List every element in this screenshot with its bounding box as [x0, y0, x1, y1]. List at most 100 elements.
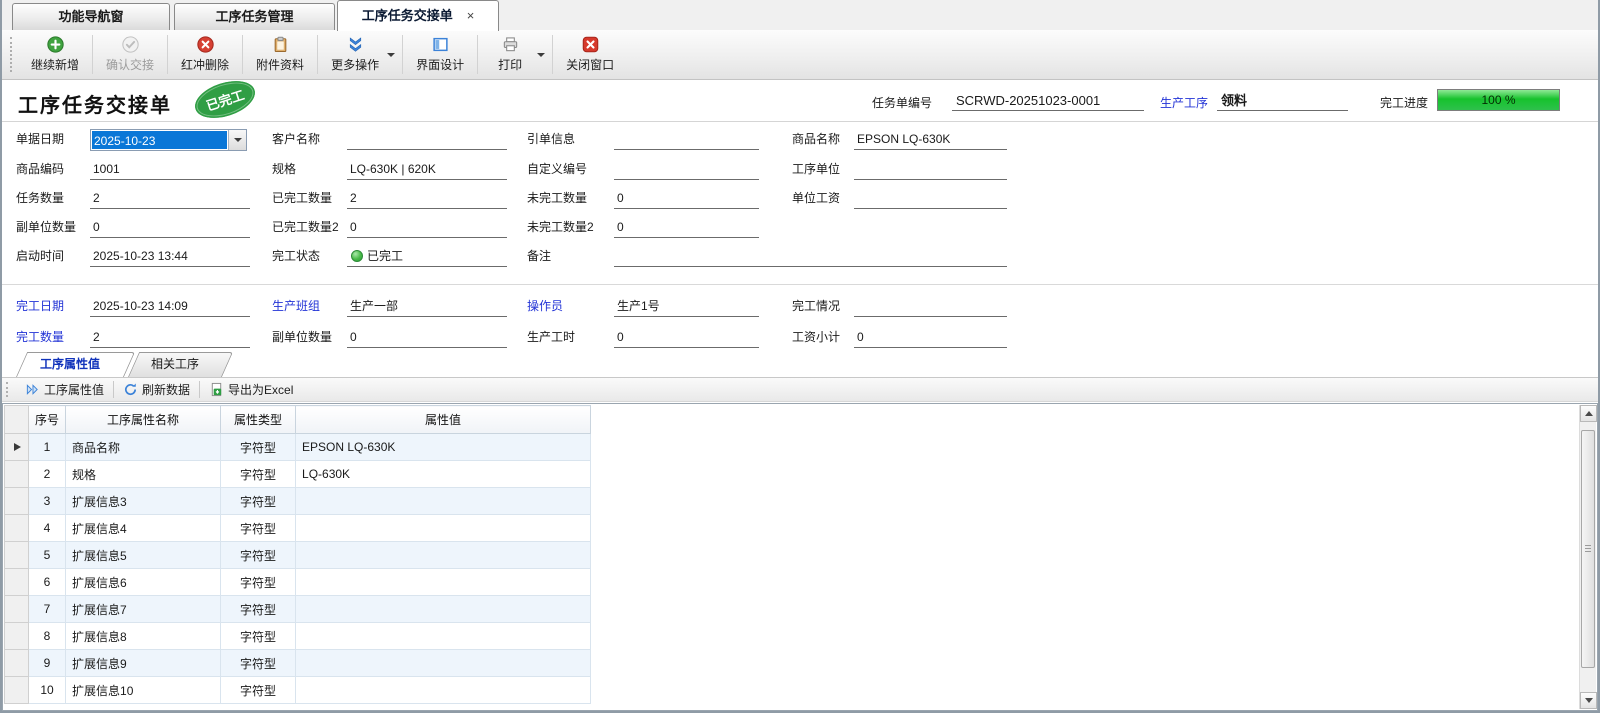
sub-unit-qty2-field[interactable]: 0	[347, 327, 507, 348]
prod-hours-field[interactable]: 0	[614, 327, 759, 348]
finish-status-field[interactable]: 已完工	[347, 246, 507, 267]
close-tab-icon[interactable]: ×	[467, 1, 475, 31]
prod-team-label[interactable]: 生产班组	[272, 296, 346, 317]
attachment-button[interactable]: 附件资料	[244, 30, 316, 79]
finish-qty-field[interactable]: 2	[90, 327, 250, 348]
col-header-name[interactable]: 工序属性名称	[66, 406, 221, 434]
finish-qty-label[interactable]: 完工数量	[16, 327, 88, 348]
wage-subtotal-field[interactable]: 0	[854, 327, 1007, 348]
completed-stamp: 已完工	[190, 74, 259, 125]
tab-task-handover[interactable]: 工序任务交接单×	[337, 0, 499, 31]
close-window-button[interactable]: 关闭窗口	[554, 30, 626, 79]
document-header: 工序任务交接单 已完工 任务单编号 SCRWD-20251023-0001 生产…	[2, 81, 1598, 122]
arrow-down-icon	[1585, 698, 1593, 703]
cell-value: LQ-630K	[296, 461, 591, 488]
task-qty-field[interactable]: 2	[90, 188, 250, 209]
doc-date-combobox[interactable]: 2025-10-23	[90, 129, 247, 151]
red-delete-button[interactable]: 红冲删除	[169, 30, 241, 79]
more-actions-dropdown-icon[interactable]	[387, 53, 395, 57]
table-row[interactable]: 9 扩展信息9 字符型	[5, 650, 591, 677]
detail-toolbar-grip	[6, 382, 10, 397]
tab-related-processes[interactable]: 相关工序	[128, 352, 222, 377]
scroll-down-button[interactable]	[1580, 692, 1597, 709]
done-qty-field[interactable]: 2	[347, 188, 507, 209]
tab-attribute-values[interactable]: 工序属性值	[16, 352, 124, 377]
customer-label: 客户名称	[272, 129, 346, 150]
tab-function-nav[interactable]: 功能导航窗	[12, 3, 170, 31]
product-code-field[interactable]: 1001	[90, 159, 250, 180]
close-square-icon	[582, 36, 599, 53]
ui-design-button[interactable]: 界面设计	[404, 30, 476, 79]
tab-task-management[interactable]: 工序任务管理	[174, 3, 335, 31]
detail-toolbar: 工序属性值 刷新数据 导出为Excel	[2, 377, 1598, 402]
finish-info-field[interactable]	[854, 296, 1007, 317]
table-row[interactable]: 7 扩展信息7 字符型	[5, 596, 591, 623]
start-time-label: 启动时间	[16, 246, 88, 267]
undone-qty-label: 未完工数量	[527, 188, 611, 209]
table-row[interactable]: 8 扩展信息8 字符型	[5, 623, 591, 650]
operator-label[interactable]: 操作员	[527, 296, 611, 317]
unit-wage-field[interactable]	[854, 188, 1007, 209]
print-dropdown-icon[interactable]	[537, 53, 545, 57]
completion-area: 完工日期 2025-10-23 14:09 生产班组 生产一部 操作员 生产1号…	[2, 290, 1598, 352]
cell-no: 4	[29, 515, 66, 542]
prod-team-field[interactable]: 生产一部	[347, 296, 507, 317]
cell-value	[296, 515, 591, 542]
done-qty2-field[interactable]: 0	[347, 217, 507, 238]
cell-name: 规格	[66, 461, 221, 488]
scroll-up-button[interactable]	[1580, 405, 1597, 422]
cell-no: 5	[29, 542, 66, 569]
page-title: 工序任务交接单	[18, 89, 172, 118]
col-header-type[interactable]: 属性类型	[221, 406, 296, 434]
table-row[interactable]: 1 商品名称 字符型 EPSON LQ-630K	[5, 434, 591, 461]
product-name-field[interactable]: EPSON LQ-630K	[854, 129, 1007, 150]
undone-qty2-field[interactable]: 0	[614, 217, 759, 238]
double-play-icon	[25, 382, 40, 397]
finish-date-label[interactable]: 完工日期	[16, 296, 88, 317]
undone-qty-field[interactable]: 0	[614, 188, 759, 209]
finish-date-field[interactable]: 2025-10-23 14:09	[90, 296, 250, 317]
process-unit-field[interactable]	[854, 159, 1007, 180]
sub-unit-qty-field[interactable]: 0	[90, 217, 250, 238]
undone-qty2-label: 未完工数量2	[527, 217, 611, 238]
cell-name: 商品名称	[66, 434, 221, 461]
scrollbar-thumb[interactable]	[1581, 430, 1595, 668]
continue-add-button[interactable]: 继续新增	[19, 30, 91, 79]
vertical-scrollbar[interactable]	[1579, 405, 1596, 709]
col-header-no[interactable]: 序号	[29, 406, 66, 434]
table-row[interactable]: 3 扩展信息3 字符型	[5, 488, 591, 515]
spec-field[interactable]: LQ-630K | 620K	[347, 159, 507, 180]
cell-name: 扩展信息6	[66, 569, 221, 596]
confirm-handover-button[interactable]: 确认交接	[94, 30, 166, 79]
customer-field[interactable]	[347, 129, 507, 150]
table-row[interactable]: 4 扩展信息4 字符型	[5, 515, 591, 542]
process-field[interactable]: 领料	[1217, 90, 1348, 111]
production-process-link[interactable]: 生产工序	[1160, 94, 1208, 111]
done-qty-label: 已完工数量	[272, 188, 346, 209]
main-toolbar: 继续新增 确认交接 红冲删除 附件资料 更多操作 界面设计	[2, 30, 1598, 80]
task-no-label: 任务单编号	[872, 94, 932, 111]
start-time-field[interactable]: 2025-10-23 13:44	[90, 246, 250, 267]
table-row[interactable]: 5 扩展信息5 字符型	[5, 542, 591, 569]
more-actions-button[interactable]: 更多操作	[319, 30, 391, 79]
chevron-down-icon[interactable]	[228, 130, 246, 150]
operator-field[interactable]: 生产1号	[614, 296, 759, 317]
export-excel-button[interactable]: 导出为Excel	[200, 379, 302, 400]
spec-label: 规格	[272, 159, 346, 180]
table-row[interactable]: 10 扩展信息10 字符型	[5, 677, 591, 704]
ref-info-field[interactable]	[614, 129, 759, 150]
attribute-values-button[interactable]: 工序属性值	[16, 379, 113, 400]
attribute-table-body: 1 商品名称 字符型 EPSON LQ-630K 2 规格 字符型 LQ-630…	[5, 434, 591, 704]
remark-field[interactable]	[614, 246, 1007, 267]
doc-date-value: 2025-10-23	[92, 131, 227, 149]
table-row[interactable]: 2 规格 字符型 LQ-630K	[5, 461, 591, 488]
task-no-field[interactable]: SCRWD-20251023-0001	[952, 90, 1144, 111]
print-button[interactable]: 打印	[479, 30, 541, 79]
table-row[interactable]: 6 扩展信息6 字符型	[5, 569, 591, 596]
progress-bar: 100 %	[1437, 89, 1560, 111]
custom-no-field[interactable]	[614, 159, 759, 180]
refresh-data-button[interactable]: 刷新数据	[114, 379, 199, 400]
cell-no: 9	[29, 650, 66, 677]
table-header-row: 序号 工序属性名称 属性类型 属性值	[5, 406, 591, 434]
col-header-value[interactable]: 属性值	[296, 406, 591, 434]
